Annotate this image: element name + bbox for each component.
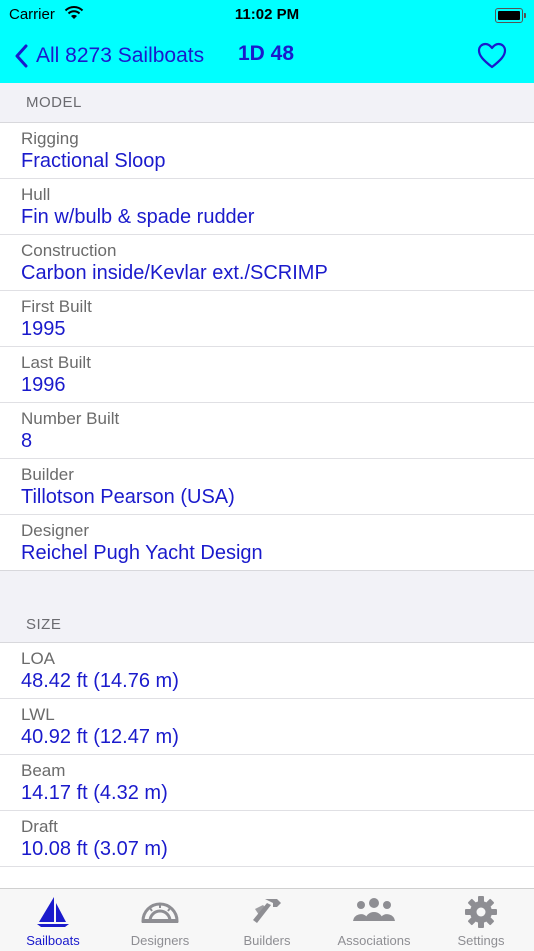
detail-list[interactable]: MODEL Rigging Fractional Sloop Hull Fin w/…	[0, 83, 534, 888]
detail-row[interactable]: Designer Reichel Pugh Yacht Design	[0, 515, 534, 571]
section-header-label: SIZE	[26, 616, 62, 633]
detail-row-partial	[0, 867, 534, 888]
row-value: Carbon inside/Kevlar ext./SCRIMP	[21, 262, 328, 284]
favorite-heart-icon[interactable]	[477, 42, 507, 74]
detail-row: Beam 14.17 ft (4.32 m)	[0, 755, 534, 811]
row-value: 10.08 ft (3.07 m)	[21, 838, 168, 860]
row-label: Beam	[21, 761, 66, 780]
detail-row: LWL 40.92 ft (12.47 m)	[0, 699, 534, 755]
tab-bar: Sailboats Designers Builders Association…	[0, 888, 534, 951]
chevron-left-icon	[15, 44, 28, 68]
back-button-label: All 8273 Sailboats	[36, 44, 205, 67]
row-label: First Built	[21, 297, 92, 316]
row-value: 14.17 ft (4.32 m)	[21, 782, 168, 804]
row-label: Construction	[21, 241, 117, 260]
battery-icon	[495, 8, 526, 23]
tab-label: Associations	[337, 933, 411, 948]
row-label: LOA	[21, 649, 56, 668]
row-label: Builder	[21, 465, 74, 484]
row-value: Reichel Pugh Yacht Design	[21, 542, 263, 564]
tab-label: Designers	[130, 933, 190, 948]
detail-row[interactable]: Builder Tillotson Pearson (USA)	[0, 459, 534, 515]
row-label: Last Built	[21, 353, 91, 372]
row-label: Number Built	[21, 409, 120, 428]
status-bar: Carrier 11:02 PM	[0, 0, 534, 30]
back-button[interactable]: All 8273 Sailboats	[14, 41, 204, 71]
section-header-label: MODEL	[26, 94, 82, 111]
people-icon	[352, 895, 396, 930]
row-value: 40.92 ft (12.47 m)	[21, 726, 179, 748]
detail-row: Hull Fin w/bulb & spade rudder	[0, 179, 534, 235]
gear-icon	[464, 895, 498, 934]
row-label: LWL	[21, 705, 55, 724]
row-label: Draft	[21, 817, 58, 836]
section-header-model: MODEL	[0, 83, 534, 123]
tab-associations[interactable]: Associations	[321, 889, 427, 951]
clock: 11:02 PM	[234, 6, 300, 23]
detail-row: Rigging Fractional Sloop	[0, 123, 534, 179]
protractor-icon	[140, 895, 180, 930]
sailboat-icon	[35, 895, 71, 934]
tab-builders[interactable]: Builders	[214, 889, 320, 951]
row-value: Fractional Sloop	[21, 150, 166, 172]
section-header-size: SIZE	[0, 616, 534, 643]
tab-settings[interactable]: Settings	[428, 889, 534, 951]
page-title: 1D 48	[238, 42, 295, 65]
detail-row: Draft 10.08 ft (3.07 m)	[0, 811, 534, 867]
section-spacer	[0, 571, 534, 625]
row-value: 8	[21, 430, 33, 452]
detail-row: Number Built 8	[0, 403, 534, 459]
row-label: Hull	[21, 185, 51, 204]
row-label: Designer	[21, 521, 90, 540]
tab-label: Settings	[457, 933, 505, 948]
detail-row: Last Built 1996	[0, 347, 534, 403]
detail-row: LOA 48.42 ft (14.76 m)	[0, 643, 534, 699]
tab-sailboats[interactable]: Sailboats	[0, 889, 106, 951]
tab-label: Builders	[243, 933, 291, 948]
row-value: 1995	[21, 318, 66, 340]
detail-row: Construction Carbon inside/Kevlar ext./SC…	[0, 235, 534, 291]
row-label: Rigging	[21, 129, 79, 148]
tab-designers[interactable]: Designers	[107, 889, 213, 951]
hammer-icon	[247, 895, 287, 932]
navigation-bar: Carrier 11:02 PM All 8273 Sailboats 1D 4…	[0, 0, 534, 83]
detail-row: First Built 1995	[0, 291, 534, 347]
tab-label: Sailboats	[26, 933, 80, 948]
row-value: Tillotson Pearson (USA)	[21, 486, 235, 508]
row-value: 1996	[21, 374, 66, 396]
row-value: Fin w/bulb & spade rudder	[21, 206, 255, 228]
row-value: 48.42 ft (14.76 m)	[21, 670, 179, 692]
